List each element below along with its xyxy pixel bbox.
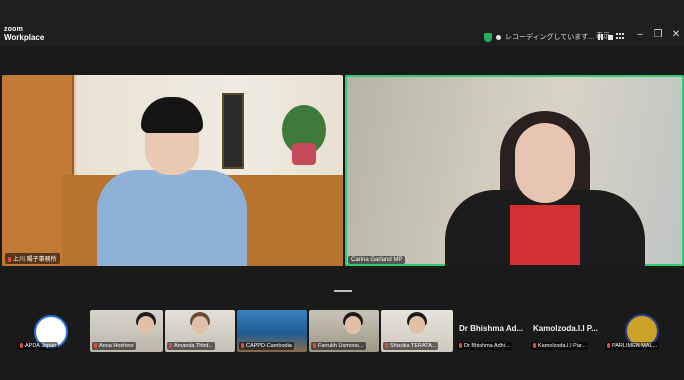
thumbnail-name: PARLIMEN MAL... xyxy=(612,343,658,349)
participant-name-tag: Carina Garland MP xyxy=(348,256,406,264)
participant-face xyxy=(192,316,208,334)
thumbnail-name: Amanda Third... xyxy=(174,343,214,349)
thumbnail-tile[interactable]: Shizuka TERATA... xyxy=(381,310,453,352)
thumbnail-name: Farrukh Usmono... xyxy=(318,343,364,349)
thumbnail-name: CAPPD-Cambodia xyxy=(246,343,292,349)
thumbnail-tile[interactable]: Anna Hoshino xyxy=(90,310,163,352)
thumbnail-name-tag: PARLIMEN MAL... xyxy=(605,342,660,350)
thumbnail-tile[interactable]: APDA Japan xyxy=(16,310,86,352)
thumbnail-tile[interactable]: Dr Bhishma Ad... Dr Bhishma Adhi... xyxy=(455,310,527,352)
recording-indicator: レコーディングしています... xyxy=(484,30,614,44)
thumbnail-name: Anna Hoshino xyxy=(99,343,134,349)
thumbnail-tile[interactable]: Kamolzoda.I.I P... Kamolzoda.I.I Par... xyxy=(529,310,601,352)
participant-name: Carina Garland MP xyxy=(351,257,403,263)
brand-bottom: Workplace xyxy=(4,33,45,42)
thumbnail-tile[interactable]: CAPPD-Cambodia xyxy=(237,310,307,352)
muted-mic-icon xyxy=(313,343,316,349)
minimize-button[interactable]: – xyxy=(634,29,646,40)
muted-mic-icon xyxy=(385,343,388,349)
thumbnail-name-tag: Anna Hoshino xyxy=(92,342,136,350)
muted-mic-icon xyxy=(459,343,462,349)
thumbnail-display-name: Kamolzoda.I.I P... xyxy=(533,324,598,333)
participant-face xyxy=(345,316,361,334)
participant-face xyxy=(515,123,575,203)
participant-name: 上川 陽子事務所 xyxy=(13,257,57,263)
thumbnail-name: APDA Japan xyxy=(25,343,57,349)
muted-mic-icon xyxy=(94,343,97,349)
participant-face xyxy=(138,316,154,334)
muted-mic-icon xyxy=(8,256,11,262)
thumbnail-name-tag: Shizuka TERATA... xyxy=(383,342,439,350)
video-tile-main-1[interactable]: 上川 陽子事務所 xyxy=(2,75,343,266)
view-button[interactable]: 表示 xyxy=(596,31,624,41)
app-logo: zoom Workplace xyxy=(4,26,44,42)
participant-shirt xyxy=(510,205,580,265)
recording-dot-icon xyxy=(496,34,501,40)
pot-graphic xyxy=(292,143,316,165)
muted-mic-icon xyxy=(169,343,172,349)
thumbnail-name: Dr Bhishma Adhi... xyxy=(464,343,510,349)
participant-face xyxy=(409,316,425,334)
title-bar: zoom Workplace レコーディングしています... 表示 – ❐ ✕ xyxy=(0,0,684,46)
participant-hair xyxy=(141,97,203,133)
thumbnail-name-tag: Kamolzoda.I.I Par... xyxy=(531,342,588,350)
thumbnail-name-tag: Dr Bhishma Adhi... xyxy=(457,342,512,350)
grid-icon xyxy=(616,33,624,39)
close-button[interactable]: ✕ xyxy=(670,29,682,40)
shield-icon[interactable] xyxy=(484,32,492,42)
participant-name-tag: 上川 陽子事務所 xyxy=(5,253,60,264)
thumbnail-name-tag: Amanda Third... xyxy=(167,342,216,350)
thumbnail-name-tag: Farrukh Usmono... xyxy=(311,342,366,350)
thumbnail-name: Shizuka TERATA... xyxy=(390,343,437,349)
thumbnail-display-name: Dr Bhishma Ad... xyxy=(459,324,524,333)
restore-button[interactable]: ❐ xyxy=(652,29,664,40)
muted-mic-icon xyxy=(20,343,23,349)
recording-status: レコーディングしています... xyxy=(505,34,595,41)
muted-mic-icon xyxy=(241,343,244,349)
video-tile-main-2[interactable]: Carina Garland MP xyxy=(345,75,684,266)
scroll-graphic xyxy=(222,93,244,169)
view-label: 表示 xyxy=(596,33,610,40)
strip-handle[interactable] xyxy=(334,290,352,292)
thumbnail-name: Kamolzoda.I.I Par... xyxy=(538,343,586,349)
thumbnail-name-tag: APDA Japan xyxy=(18,342,59,350)
thumbnail-tile[interactable]: Amanda Third... xyxy=(165,310,235,352)
thumbnail-tile[interactable]: Farrukh Usmono... xyxy=(309,310,379,352)
muted-mic-icon xyxy=(533,343,536,349)
thumbnail-name-tag: CAPPD-Cambodia xyxy=(239,342,294,350)
thumbnail-tile[interactable]: PARLIMEN MAL... xyxy=(603,310,675,352)
muted-mic-icon xyxy=(607,343,610,349)
participant-figure xyxy=(97,170,247,266)
